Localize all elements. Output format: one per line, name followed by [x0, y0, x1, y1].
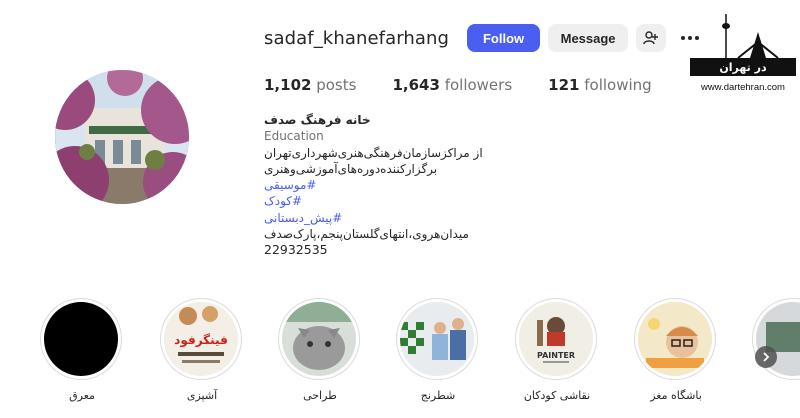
followers-stat[interactable]: 1,643 followers [392, 76, 512, 94]
chevron-right-icon [763, 352, 770, 362]
highlight-item[interactable]: فینگرفود آشپزی [160, 298, 244, 402]
message-button[interactable]: Message [548, 24, 629, 52]
profile-header: sadaf_khanefarhang Follow Message [264, 22, 702, 54]
profile-stats: 1,102 posts 1,643 followers 121 followin… [264, 76, 688, 94]
bio-line-2: برگزارکننده‌دوره‌های‌آموزشی‌وهنری [264, 161, 438, 176]
highlight-item[interactable]: PAINTER نقاشی کودکان [515, 298, 599, 402]
highlights-next-button[interactable] [755, 346, 777, 368]
posts-count: 1,102 [264, 76, 312, 94]
highlight-item[interactable]: باشگاه مغز [634, 298, 718, 402]
username: sadaf_khanefarhang [264, 27, 450, 49]
follow-button[interactable]: Follow [467, 24, 541, 52]
story-highlights: معرق فینگرفود آشپزی طراحی شطرنج PAINTER … [0, 298, 800, 418]
following-stat[interactable]: 121 following [548, 76, 652, 94]
posts-label: posts [316, 76, 357, 94]
watermark-site: www.dartehran.com [701, 82, 785, 93]
posts-stat: 1,102 posts [264, 76, 356, 94]
milad-tower-icon: در تهران [690, 14, 796, 76]
hashtag-link-3[interactable]: #پیش_دبستانی [264, 210, 484, 226]
bio-line-1: از مراکزسازمان‌فرهنگی‌هنری‌شهرداری‌تهران [264, 145, 483, 160]
highlight-caption: شطرنج [420, 389, 456, 402]
highlight-item[interactable]: طراحی [278, 298, 362, 402]
highlight-item[interactable]: معرق [40, 298, 124, 402]
category-label: Education [264, 129, 324, 144]
highlight-caption: نقاشی کودکان [523, 389, 591, 402]
highlight-item[interactable]: شطرنج [396, 298, 480, 402]
highlight-caption: معرق [69, 389, 95, 402]
highlight-thumb-text: PAINTER [537, 351, 575, 360]
followers-label: followers [444, 76, 513, 94]
hashtag-link-1[interactable]: #موسیقی [264, 177, 484, 193]
add-user-icon [643, 31, 659, 45]
followers-count: 1,643 [392, 76, 440, 94]
highlight-caption: طراحی [303, 389, 337, 402]
bio-address: میدان‌هروی،انتهای‌گلستان‌پنجم،پارک‌صدف [264, 227, 469, 242]
bio-phone: 22932535 [264, 242, 328, 258]
display-name: خانه فرهنگ صدف [264, 113, 371, 127]
following-label: following [584, 76, 652, 94]
watermark-brand: در تهران [719, 61, 767, 74]
highlight-thumb-text: فینگرفود [174, 333, 228, 348]
dartehran-watermark-logo: در تهران www.dartehran.com [690, 12, 796, 96]
suggest-user-button[interactable] [636, 24, 667, 52]
highlight-item[interactable] [752, 298, 800, 389]
highlight-caption: باشگاه مغز [650, 389, 702, 402]
following-count: 121 [548, 76, 580, 94]
hashtag-link-2[interactable]: #کودک [264, 193, 484, 209]
profile-bio: خانه فرهنگ صدف Education از مراکزسازمان‌… [264, 112, 484, 259]
profile-avatar[interactable] [55, 70, 189, 204]
highlight-caption: آشپزی [186, 389, 218, 402]
